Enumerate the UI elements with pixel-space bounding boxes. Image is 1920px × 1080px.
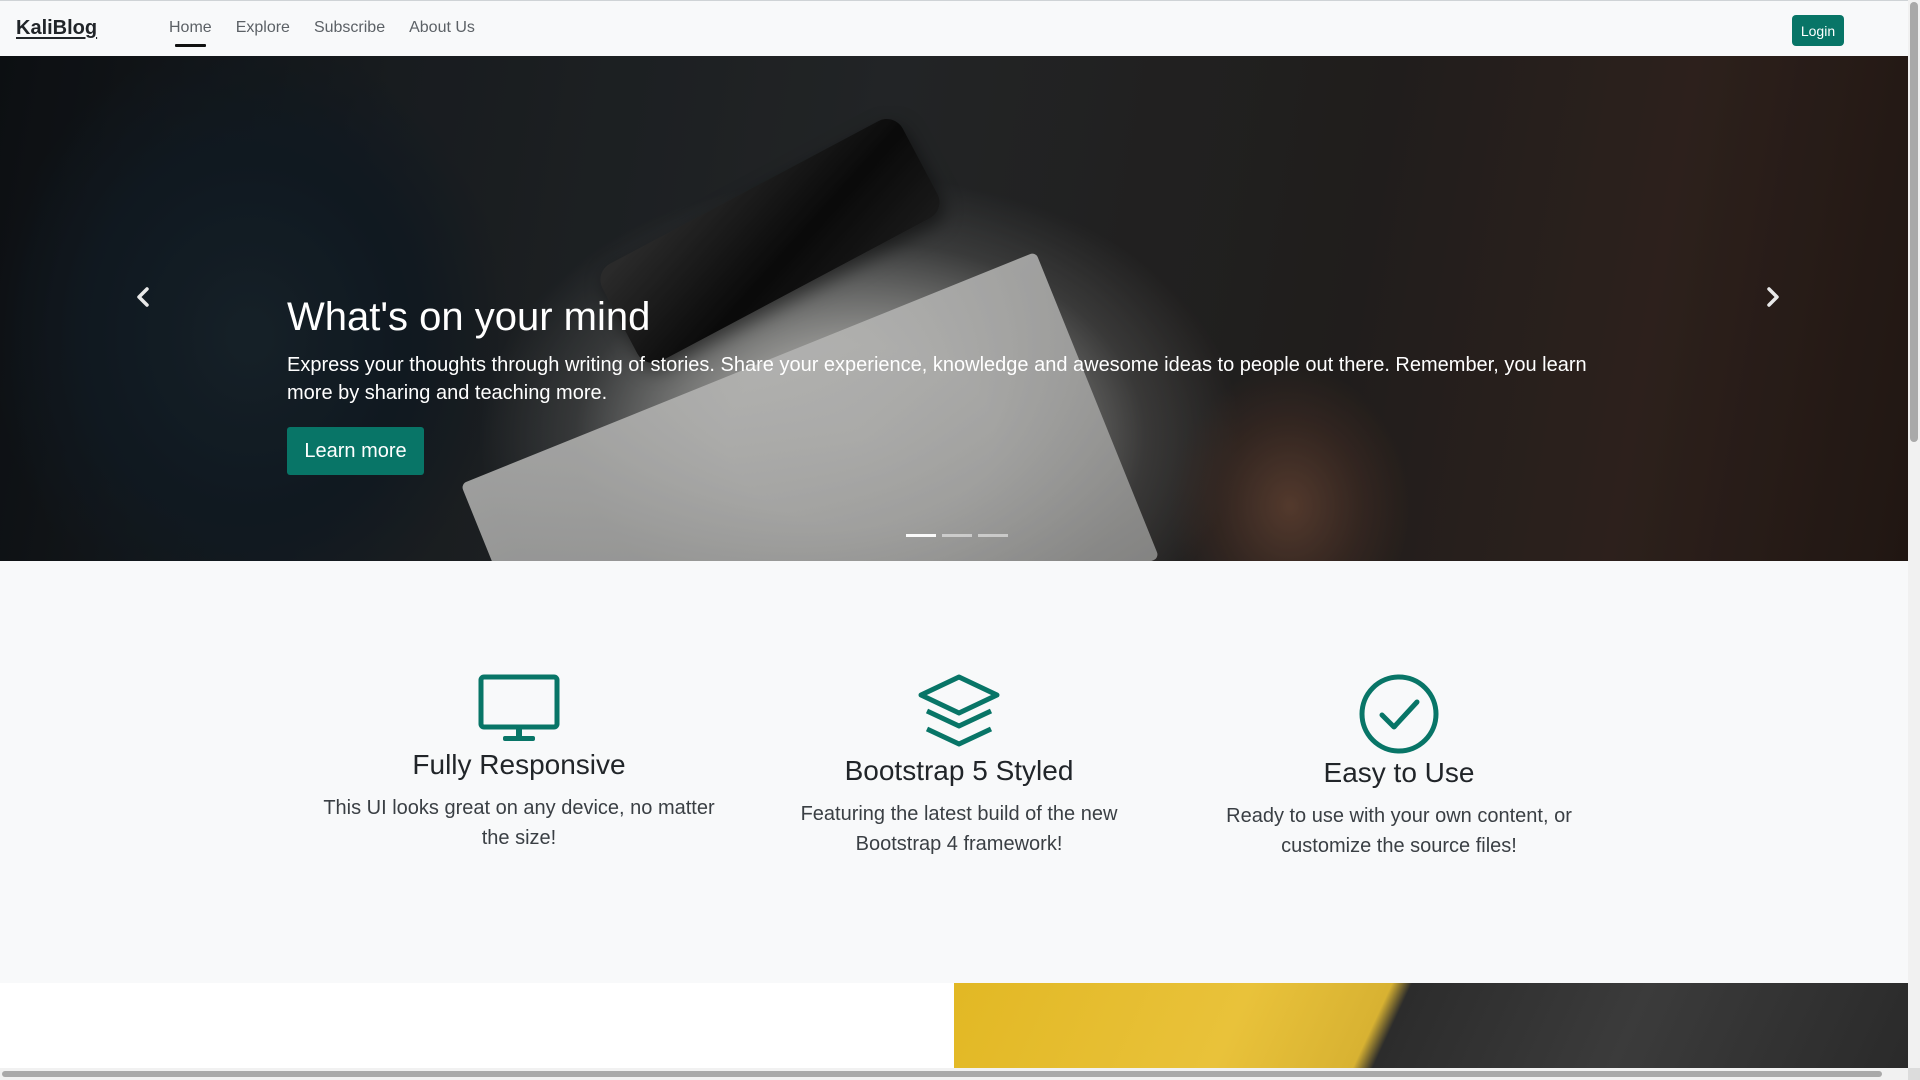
feature-text: This UI looks great on any device, no ma… [323, 797, 715, 849]
features-section: Fully Responsive This UI looks great on … [0, 561, 1908, 983]
carousel-indicator[interactable] [942, 534, 972, 537]
carousel-indicator[interactable] [906, 534, 936, 537]
check-circle-icon [1359, 674, 1439, 754]
monitor-icon [478, 674, 560, 741]
feature-title: Easy to Use [1323, 757, 1475, 788]
showcase-text-panel [0, 983, 954, 1068]
feature-easy-to-use: Easy to Use Ready to use with your own c… [1189, 673, 1609, 861]
feature-title: Bootstrap 5 Styled [844, 755, 1074, 786]
vertical-scrollbar-thumb[interactable] [1910, 2, 1918, 442]
feature-bootstrap-styled: Bootstrap 5 Styled Featuring the latest … [749, 673, 1169, 859]
feature-title: Fully Responsive [412, 749, 626, 780]
nav-links: Home Explore Subscribe About Us [169, 19, 499, 47]
feature-text: Ready to use with your own content, or c… [1226, 805, 1572, 857]
feature-fully-responsive: Fully Responsive This UI looks great on … [309, 673, 729, 853]
showcase-image [954, 983, 1908, 1068]
learn-more-button[interactable]: Learn more [287, 427, 424, 475]
chevron-right-icon[interactable] [1758, 282, 1788, 312]
carousel-indicators [906, 534, 1008, 537]
nav-link-home[interactable]: Home [169, 19, 212, 47]
vertical-scrollbar[interactable] [1908, 0, 1920, 1068]
layers-icon [918, 674, 1000, 747]
carousel-indicator[interactable] [978, 534, 1008, 537]
horizontal-scrollbar-thumb[interactable] [2, 1071, 1882, 1077]
hero-title: What's on your mind [287, 295, 651, 339]
login-button[interactable]: Login [1792, 15, 1844, 46]
page-viewport: KaliBlog Home Explore Subscribe About Us… [0, 0, 1908, 1068]
navbar: KaliBlog Home Explore Subscribe About Us… [0, 0, 1908, 56]
horizontal-scrollbar[interactable] [0, 1068, 1908, 1080]
hero-carousel: What's on your mind Express your thought… [0, 56, 1908, 561]
nav-link-explore[interactable]: Explore [236, 19, 290, 37]
hero-text: Express your thoughts through writing of… [287, 354, 1587, 404]
showcase-section [0, 983, 1908, 1068]
scrollbar-corner [1908, 1068, 1920, 1080]
brand-logo[interactable]: KaliBlog [16, 17, 97, 40]
nav-link-about-us[interactable]: About Us [409, 19, 475, 37]
feature-text: Featuring the latest build of the new Bo… [800, 803, 1118, 855]
nav-link-subscribe[interactable]: Subscribe [314, 19, 385, 37]
chevron-left-icon[interactable] [128, 282, 158, 312]
